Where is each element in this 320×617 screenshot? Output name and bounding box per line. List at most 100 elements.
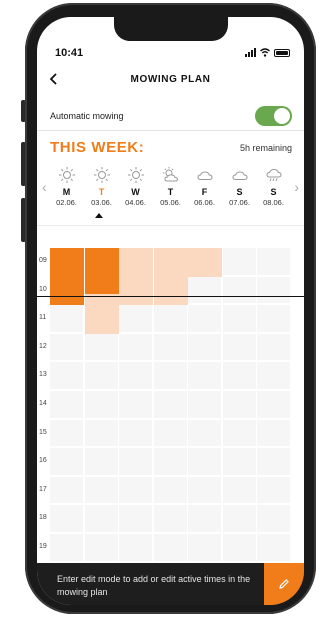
hour-label: 11 <box>39 314 47 322</box>
schedule-cell[interactable] <box>154 505 187 532</box>
schedule-cell[interactable] <box>50 305 83 332</box>
schedule-cell[interactable] <box>188 333 221 361</box>
automatic-mowing-toggle[interactable] <box>255 106 292 126</box>
schedule-cell[interactable] <box>119 448 152 475</box>
schedule-cell[interactable] <box>257 419 290 447</box>
schedule-cell[interactable] <box>223 333 256 361</box>
schedule-cell[interactable] <box>188 534 221 561</box>
schedule-cell[interactable] <box>188 362 221 389</box>
schedule-cell[interactable] <box>188 476 221 504</box>
day-letter: T <box>98 187 105 197</box>
screen: 10:41 MOWING PLAN Automatic mowing THIS … <box>37 17 304 605</box>
automatic-mowing-row: Automatic mowing <box>37 101 304 131</box>
schedule-cell[interactable] <box>50 391 83 418</box>
schedule-cell[interactable] <box>85 534 118 561</box>
schedule-cell[interactable] <box>50 419 83 447</box>
schedule-cell[interactable] <box>223 248 256 275</box>
hour-label: 16 <box>39 457 47 465</box>
schedule-cell[interactable] <box>50 505 83 532</box>
schedule-grid[interactable]: 091011121314151617181920 <box>37 225 304 590</box>
schedule-cell[interactable] <box>85 476 118 504</box>
previous-week-icon[interactable]: ‹ <box>42 179 47 195</box>
schedule-cell[interactable] <box>188 391 221 418</box>
schedule-cell[interactable] <box>154 305 187 332</box>
planned-mowing-slot[interactable] <box>85 293 119 334</box>
week-title: THIS WEEK: <box>50 139 145 156</box>
schedule-cell[interactable] <box>257 333 290 361</box>
schedule-cell[interactable] <box>85 391 118 418</box>
schedule-cell[interactable] <box>257 362 290 389</box>
day-0[interactable]: M 02.06. <box>50 165 83 207</box>
schedule-cell[interactable] <box>119 505 152 532</box>
hour-label: 17 <box>39 485 47 493</box>
day-2[interactable]: W 04.06. <box>119 165 152 207</box>
day-3[interactable]: T 05.06. <box>154 165 187 207</box>
schedule-cell[interactable] <box>85 362 118 389</box>
schedule-cell[interactable] <box>119 476 152 504</box>
day-letter: M <box>62 187 71 197</box>
day-6[interactable]: S 08.06. <box>257 165 290 207</box>
schedule-cell[interactable] <box>223 305 256 332</box>
schedule-cell[interactable] <box>85 419 118 447</box>
schedule-cell[interactable] <box>257 505 290 532</box>
schedule-cell[interactable] <box>154 534 187 561</box>
status-time: 10:41 <box>55 47 84 59</box>
schedule-cell[interactable] <box>223 505 256 532</box>
schedule-cell[interactable] <box>223 276 256 304</box>
hour-label: 15 <box>39 428 47 436</box>
day-1[interactable]: T 03.06. <box>85 165 118 207</box>
schedule-cell[interactable] <box>188 448 221 475</box>
schedule-cell[interactable] <box>154 448 187 475</box>
schedule-cell[interactable] <box>119 534 152 561</box>
selected-day-caret <box>95 213 103 218</box>
schedule-cell[interactable] <box>154 476 187 504</box>
planned-mowing-slot[interactable] <box>188 248 222 277</box>
schedule-cell[interactable] <box>188 276 221 304</box>
day-date: 08.06. <box>263 198 284 207</box>
day-5[interactable]: S 07.06. <box>223 165 256 207</box>
schedule-cell[interactable] <box>223 448 256 475</box>
schedule-cell[interactable] <box>119 333 152 361</box>
schedule-cell[interactable] <box>119 305 152 332</box>
schedule-cell[interactable] <box>154 333 187 361</box>
schedule-cell[interactable] <box>223 362 256 389</box>
schedule-cell[interactable] <box>50 476 83 504</box>
schedule-cell[interactable] <box>188 419 221 447</box>
hour-label: 13 <box>39 371 47 379</box>
schedule-cell[interactable] <box>257 276 290 304</box>
schedule-cell[interactable] <box>50 534 83 561</box>
schedule-cell[interactable] <box>223 534 256 561</box>
schedule-cell[interactable] <box>188 305 221 332</box>
schedule-cell[interactable] <box>119 391 152 418</box>
schedule-cell[interactable] <box>223 419 256 447</box>
schedule-cell[interactable] <box>257 305 290 332</box>
schedule-cell[interactable] <box>154 419 187 447</box>
schedule-cell[interactable] <box>50 362 83 389</box>
cloud-icon <box>223 165 256 185</box>
sun-icon <box>50 165 83 185</box>
schedule-cell[interactable] <box>119 362 152 389</box>
schedule-cell[interactable] <box>257 248 290 275</box>
schedule-cell[interactable] <box>154 362 187 389</box>
day-date: 06.06. <box>194 198 215 207</box>
schedule-cell[interactable] <box>223 391 256 418</box>
schedule-cell[interactable] <box>154 391 187 418</box>
schedule-cell[interactable] <box>119 419 152 447</box>
schedule-cell[interactable] <box>257 534 290 561</box>
schedule-cell[interactable] <box>85 333 118 361</box>
schedule-cell[interactable] <box>50 333 83 361</box>
schedule-cell[interactable] <box>85 505 118 532</box>
active-mowing-slot[interactable] <box>85 248 119 294</box>
schedule-cell[interactable] <box>257 448 290 475</box>
schedule-cell[interactable] <box>257 476 290 504</box>
next-week-icon[interactable]: › <box>294 179 299 195</box>
day-selector: ‹ › M 02.06. T 03.06. W 04.06. T 05.06. F 06.06. S… <box>37 165 304 225</box>
edit-button[interactable] <box>264 563 304 605</box>
schedule-cell[interactable] <box>85 448 118 475</box>
day-4[interactable]: F 06.06. <box>188 165 221 207</box>
schedule-cell[interactable] <box>257 391 290 418</box>
schedule-cell[interactable] <box>223 476 256 504</box>
schedule-cell[interactable] <box>188 505 221 532</box>
hour-label: 18 <box>39 514 47 522</box>
schedule-cell[interactable] <box>50 448 83 475</box>
